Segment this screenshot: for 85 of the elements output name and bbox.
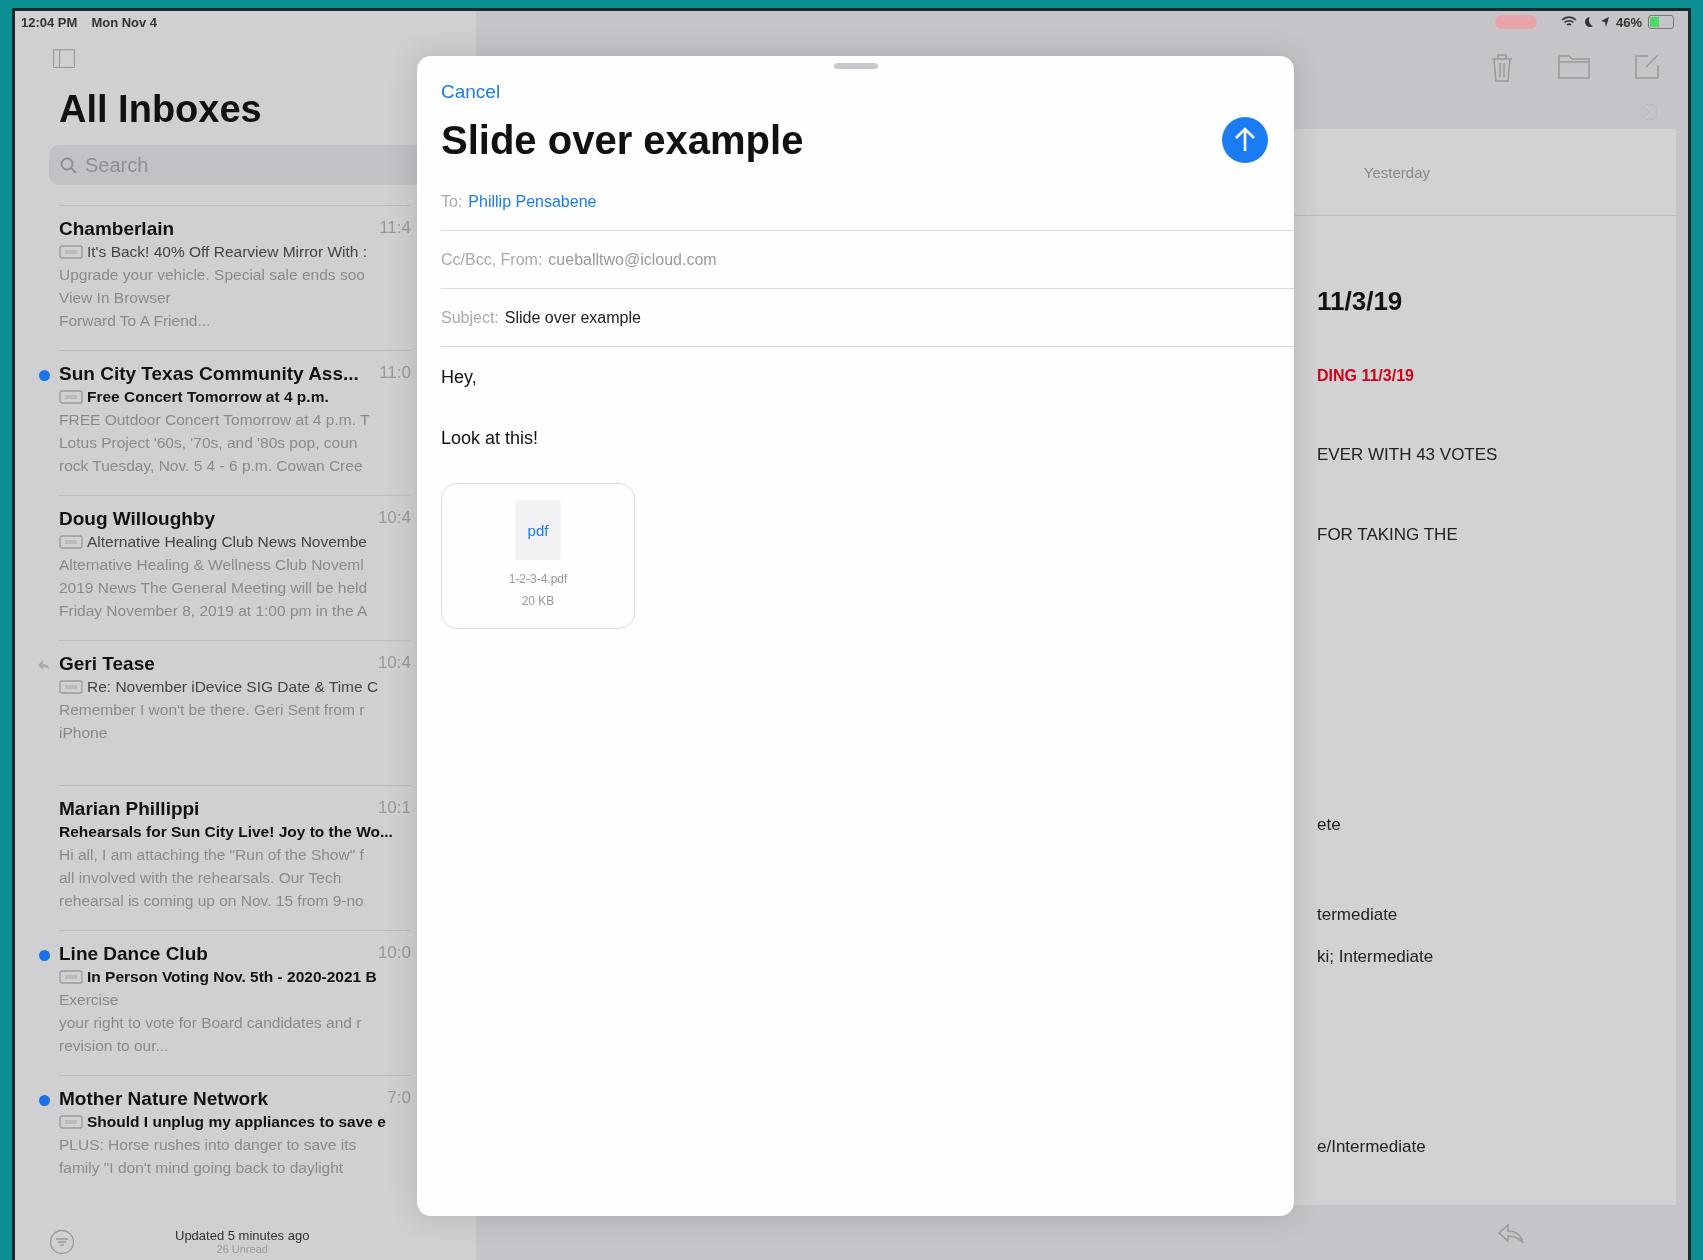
message-text: EVER WITH 43 VOTES bbox=[1317, 445, 1498, 465]
body-text: Hey, bbox=[441, 367, 477, 388]
attachment-size: 20 KB bbox=[521, 594, 555, 608]
message-sender: Doug Willoughby bbox=[59, 508, 216, 531]
message-subject: Free Concert Tomorrow at 4 p.m. bbox=[87, 388, 329, 407]
message-preview: 2019 News The General Meeting will be held bbox=[59, 579, 368, 598]
message-text: termediate bbox=[1317, 905, 1398, 925]
message-preview: family "I don't mind going back to daylight bbox=[59, 1159, 344, 1178]
message-text: e/Intermediate bbox=[1317, 1137, 1426, 1157]
message-preview: PLUS: Horse rushes into danger to save its bbox=[59, 1136, 357, 1155]
attachment-card[interactable]: pdf 1-2-3-4.pdf 20 KB bbox=[441, 483, 635, 629]
message-preview: your right to vote for Board candidates and r bbox=[59, 1014, 362, 1033]
message-sender: Chamberlain bbox=[59, 218, 175, 241]
message-subject: Alternative Healing Club News Novembe bbox=[87, 533, 367, 552]
battery-icon bbox=[1648, 15, 1674, 29]
message-text: DING 11/3/19 bbox=[1317, 367, 1414, 385]
message-row[interactable]: Chamberlain 11:4 It's Back! 40% Off Rearview Mirror With : Upgrade your vehicle. Special sale ends soo View In Browser Forward To A Friend... bbox=[59, 205, 411, 351]
message-preview: iPhone bbox=[59, 724, 108, 743]
up-arrow-icon bbox=[1233, 127, 1257, 153]
message-time: 11:4 bbox=[379, 218, 411, 240]
message-text: ki; Intermediate bbox=[1317, 947, 1434, 967]
message-row[interactable]: Sun City Texas Community Ass... 11:0 Free Concert Tomorrow at 4 p.m. FREE Outdoor Concert Tomorrow at 4 p.m. T Lotus Project '60s, '70s, and '80s pop, coun rock Tuesday, Nov. 5 4 - 6 p.m. Cowan Cree bbox=[59, 350, 411, 496]
message-date: Yesterday bbox=[1363, 163, 1430, 181]
to-label: To: bbox=[441, 192, 463, 211]
wifi-icon bbox=[1560, 16, 1577, 28]
body-text: Look at this! bbox=[441, 428, 539, 449]
message-preview: Exercise bbox=[59, 991, 119, 1010]
compose-icon[interactable] bbox=[1634, 53, 1660, 79]
message-text: 11/3/19 bbox=[1317, 286, 1403, 317]
recording-indicator bbox=[1494, 15, 1537, 29]
status-date: Mon Nov 4 bbox=[91, 14, 158, 30]
subject-label: Subject: bbox=[441, 308, 499, 327]
trash-icon[interactable] bbox=[1490, 53, 1514, 83]
message-subject: It's Back! 40% Off Rearview Mirror With : bbox=[87, 243, 367, 262]
status-time: 12:04 PM bbox=[21, 14, 78, 30]
message-row[interactable]: Mother Nature Network 7:0 Should I unplug my appliances to save e PLUS: Horse rushes into danger to save its family "I don't mind going back to daylight bbox=[59, 1075, 411, 1221]
location-icon bbox=[1599, 16, 1610, 28]
message-preview: rock Tuesday, Nov. 5 4 - 6 p.m. Cowan Cree bbox=[59, 457, 363, 476]
message-preview: Remember I won't be there. Geri Sent from r bbox=[59, 701, 365, 720]
attachment-name: 1-2-3-4.pdf bbox=[508, 572, 568, 586]
battery-percent: 46% bbox=[1615, 14, 1642, 30]
message-sender: Line Dance Club bbox=[59, 943, 208, 966]
file-type: pdf bbox=[527, 521, 549, 539]
message-text: FOR TAKING THE bbox=[1317, 525, 1458, 545]
sheet-grabber[interactable] bbox=[833, 63, 878, 69]
search-icon bbox=[60, 157, 77, 175]
message-subject: In Person Voting Nov. 5th - 2020-2021 B bbox=[87, 968, 377, 987]
message-preview: revision to our... bbox=[59, 1037, 169, 1056]
message-sender: Marian Phillippi bbox=[59, 798, 200, 821]
update-status: Updated 5 minutes ago bbox=[175, 1228, 310, 1244]
message-time: 10:0 bbox=[377, 943, 411, 965]
message-row[interactable]: Line Dance Club 10:0 In Person Voting Nov. 5th - 2020-2021 B Exercise your right to vote for Board candidates and r revision to our... bbox=[59, 930, 411, 1076]
reply-icon[interactable] bbox=[1496, 1222, 1526, 1246]
message-time: 10:1 bbox=[377, 798, 411, 820]
message-preview: Alternative Healing & Wellness Club Noveml bbox=[59, 556, 364, 575]
subject-field[interactable]: Slide over example bbox=[504, 308, 641, 327]
message-time: 10:4 bbox=[377, 508, 411, 530]
filter-icon[interactable] bbox=[49, 1228, 75, 1255]
message-preview: Friday November 8, 2019 at 1:00 pm in the A bbox=[59, 602, 368, 621]
message-time: 7:0 bbox=[387, 1088, 411, 1110]
message-preview: rehearsal is coming up on Nov. 15 from 9-no bbox=[59, 892, 364, 911]
moon-icon bbox=[1582, 16, 1594, 28]
cancel-link[interactable]: Cancel bbox=[441, 81, 501, 103]
message-subject: Rehearsals for Sun City Live! Joy to the Wo... bbox=[59, 823, 393, 842]
message-preview: Upgrade your vehicle. Special sale ends soo bbox=[59, 266, 365, 285]
message-text: ete bbox=[1317, 815, 1341, 835]
message-time: 11:0 bbox=[379, 363, 411, 385]
message-preview: all involved with the rehearsals. Our Tech bbox=[59, 869, 342, 888]
message-subject: Re: November iDevice SIG Date & Time C bbox=[87, 678, 379, 697]
message-preview: Lotus Project '60s, '70s, and '80s pop, coun bbox=[59, 434, 358, 453]
message-preview: FREE Outdoor Concert Tomorrow at 4 p.m. T bbox=[59, 411, 370, 430]
message-preview: View In Browser bbox=[59, 289, 171, 308]
message-time: 10:4 bbox=[377, 653, 411, 675]
message-subject: Should I unplug my appliances to save e bbox=[87, 1113, 386, 1132]
send-button[interactable] bbox=[1222, 117, 1268, 163]
message-sender: Geri Tease bbox=[59, 653, 155, 676]
message-preview: Forward To A Friend... bbox=[59, 312, 211, 331]
from-label: Cc/Bcc, From: bbox=[441, 250, 543, 269]
folder-icon[interactable] bbox=[1558, 53, 1590, 79]
recipient-token[interactable]: Phillip Pensabene bbox=[468, 192, 597, 211]
message-sender: Sun City Texas Community Ass... bbox=[59, 363, 359, 386]
message-row[interactable]: Geri Tease 10:4 Re: November iDevice SIG Date & Time C Remember I won't be there. Geri Sent from r iPhone bbox=[59, 640, 411, 786]
message-preview: Hi all, I am attaching the "Run of the Show" f bbox=[59, 846, 364, 865]
message-row[interactable]: Doug Willoughby 10:4 Alternative Healing Club News Novembe Alternative Healing & Wellness Club Noveml 2019 News The General Meeting will be held Friday November 8, 2019 at 1:00 pm in the A bbox=[59, 495, 411, 641]
message-sender: Mother Nature Network bbox=[59, 1088, 269, 1111]
